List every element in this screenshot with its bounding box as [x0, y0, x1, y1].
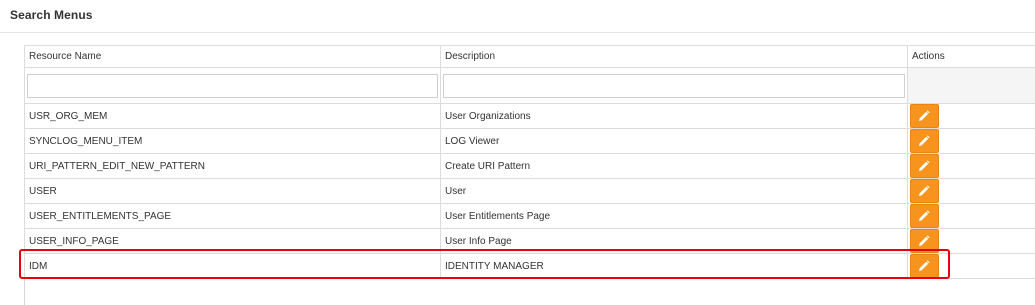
- resource-name-cell: USER: [24, 178, 441, 204]
- column-header-description[interactable]: Description: [440, 45, 908, 68]
- table-row-highlighted: IDM IDENTITY MANAGER: [24, 253, 1035, 279]
- actions-cell: [907, 103, 1035, 129]
- description-cell: User: [440, 178, 908, 204]
- filter-cell-description: [440, 67, 908, 104]
- resource-name-cell: USER_INFO_PAGE: [24, 228, 441, 254]
- edit-button[interactable]: [910, 154, 939, 178]
- column-header-resource-name[interactable]: Resource Name: [24, 45, 441, 68]
- table-row: SYNCLOG_MENU_ITEM LOG Viewer: [24, 128, 1035, 154]
- page-header: Search Menus: [0, 0, 1035, 33]
- table-row: USER User: [24, 178, 1035, 204]
- actions-cell: [907, 128, 1035, 154]
- resource-name-cell: SYNCLOG_MENU_ITEM: [24, 128, 441, 154]
- column-header-actions: Actions: [907, 45, 1035, 68]
- table-row: USER_INFO_PAGE User Info Page: [24, 228, 1035, 254]
- description-cell: IDENTITY MANAGER: [440, 253, 908, 279]
- description-cell: User Info Page: [440, 228, 908, 254]
- description-cell: Create URI Pattern: [440, 153, 908, 179]
- search-menus-page: Search Menus Resource Name Description A…: [0, 0, 1035, 305]
- pencil-icon: [919, 185, 930, 196]
- edit-button[interactable]: [910, 254, 939, 278]
- actions-cell: [907, 153, 1035, 179]
- edit-button[interactable]: [910, 204, 939, 228]
- edit-button[interactable]: [910, 229, 939, 253]
- table-row: URI_PATTERN_EDIT_NEW_PATTERN Create URI …: [24, 153, 1035, 179]
- edit-button[interactable]: [910, 129, 939, 153]
- edit-button[interactable]: [910, 179, 939, 203]
- actions-cell: [907, 228, 1035, 254]
- pencil-icon: [919, 260, 930, 271]
- description-cell: User Entitlements Page: [440, 203, 908, 229]
- resource-name-cell: URI_PATTERN_EDIT_NEW_PATTERN: [24, 153, 441, 179]
- actions-cell: [907, 253, 1035, 279]
- table-row: USER_ENTITLEMENTS_PAGE User Entitlements…: [24, 203, 1035, 229]
- resource-name-cell: USER_ENTITLEMENTS_PAGE: [24, 203, 441, 229]
- filter-cell-resource-name: [24, 67, 441, 104]
- filter-cell-actions: [907, 67, 1035, 104]
- filter-row: [24, 67, 1035, 104]
- description-filter-input[interactable]: [443, 73, 905, 98]
- actions-cell: [907, 178, 1035, 204]
- pencil-icon: [919, 210, 930, 221]
- actions-cell: [907, 203, 1035, 229]
- page-title: Search Menus: [10, 8, 93, 22]
- pencil-icon: [919, 235, 930, 246]
- pencil-icon: [919, 160, 930, 171]
- description-cell: User Organizations: [440, 103, 908, 129]
- table-row: USR_ORG_MEM User Organizations: [24, 103, 1035, 129]
- edit-button[interactable]: [910, 104, 939, 128]
- resource-name-cell: USR_ORG_MEM: [24, 103, 441, 129]
- menus-table: Resource Name Description Actions USR_OR…: [24, 45, 1035, 279]
- table-header-row: Resource Name Description Actions: [24, 45, 1035, 68]
- resource-name-filter-input[interactable]: [27, 73, 438, 98]
- pencil-icon: [919, 110, 930, 121]
- resource-name-cell: IDM: [24, 253, 441, 279]
- description-cell: LOG Viewer: [440, 128, 908, 154]
- pencil-icon: [919, 135, 930, 146]
